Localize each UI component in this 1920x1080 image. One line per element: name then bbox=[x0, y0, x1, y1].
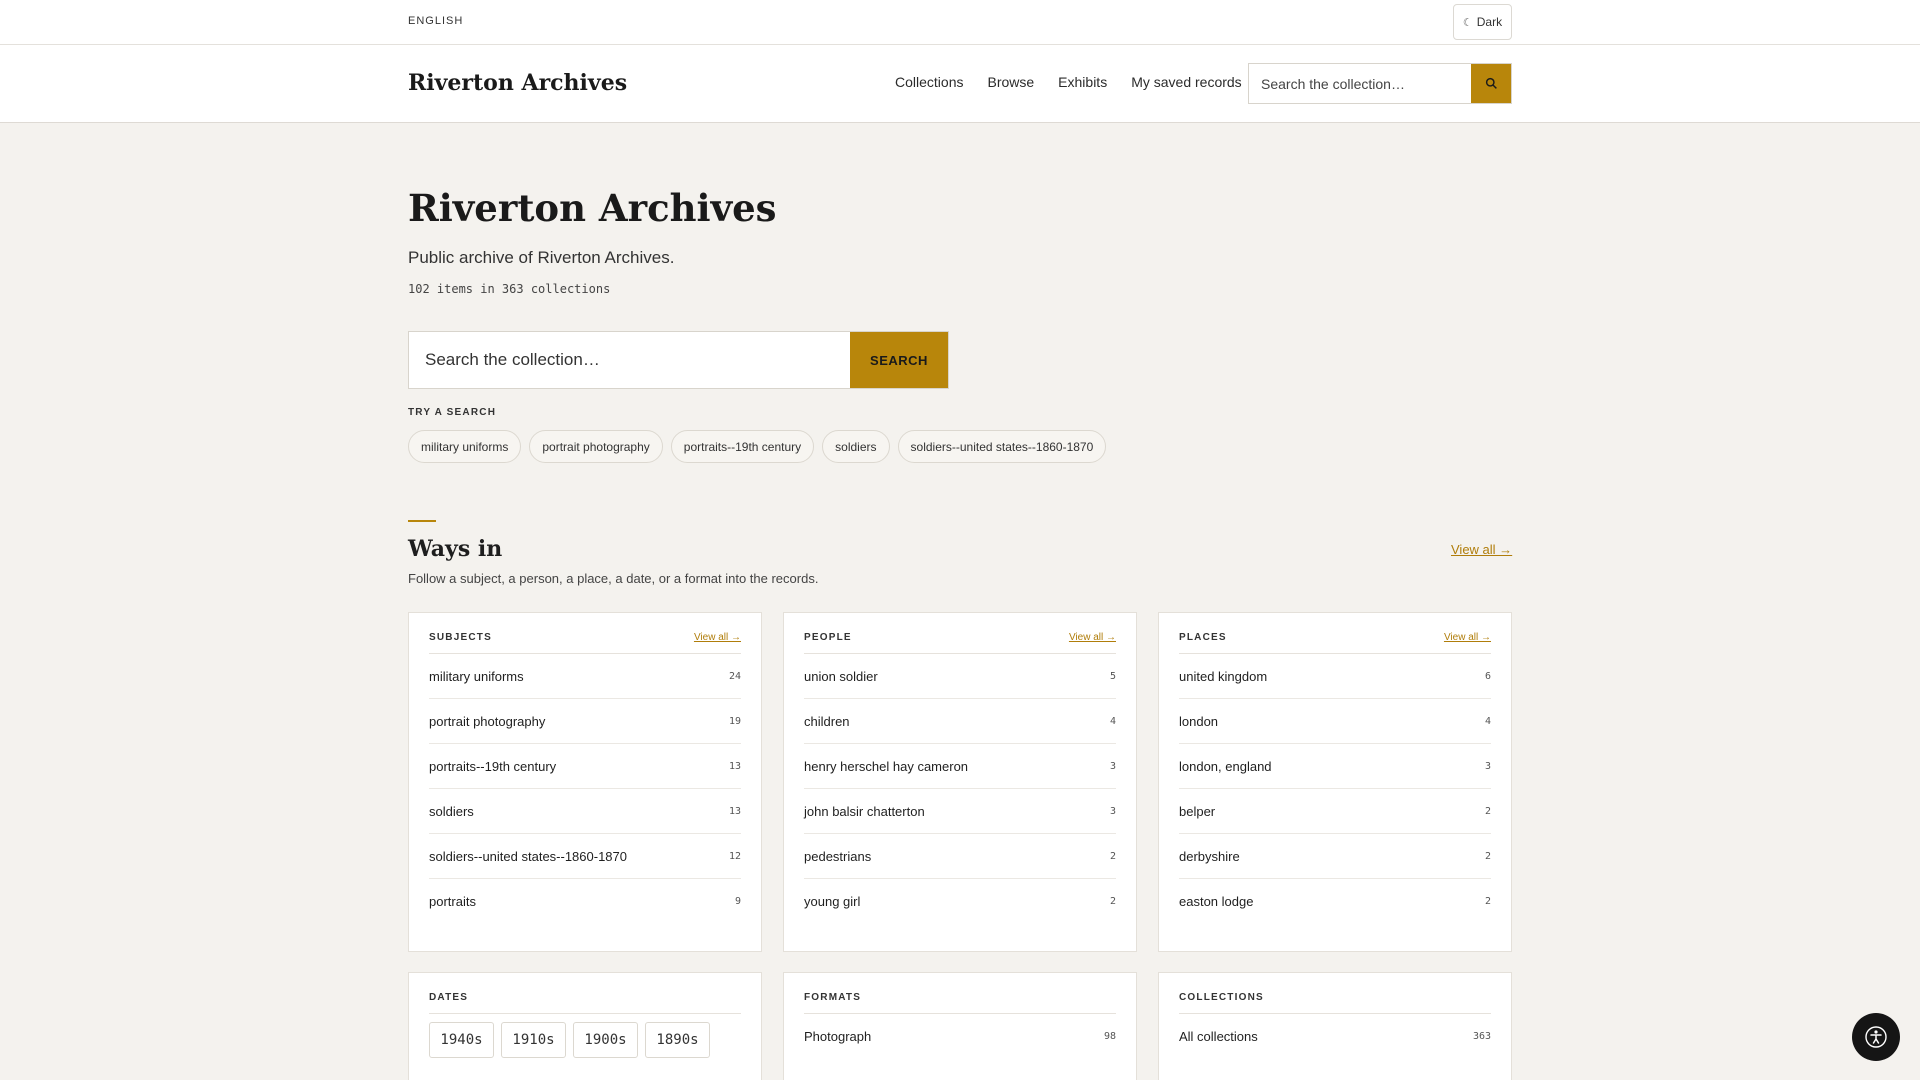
list-item[interactable]: portraits 9 bbox=[429, 879, 741, 924]
formats-card: FORMATS Photograph 98 bbox=[783, 972, 1137, 1080]
collection-count: 102 items in 363 collections bbox=[408, 282, 611, 296]
moon-icon: ☾ bbox=[1462, 16, 1473, 29]
nav-saved-records[interactable]: My saved records bbox=[1131, 74, 1241, 90]
hero: Riverton Archives Public archive of Rive… bbox=[408, 186, 1512, 296]
people-card: PEOPLE View all → union soldier 5 childre… bbox=[783, 612, 1137, 952]
card-title: PEOPLE bbox=[804, 632, 852, 643]
hero-search: SEARCH bbox=[408, 331, 949, 389]
hero-search-input[interactable] bbox=[409, 332, 850, 388]
list-item[interactable]: easton lodge 2 bbox=[1179, 879, 1491, 924]
collections-card: COLLECTIONS All collections 363 bbox=[1158, 972, 1512, 1080]
subjects-card: SUBJECTS View all → military uniforms 24 … bbox=[408, 612, 762, 952]
dates-card: DATES 1940s 1910s 1900s 1890s bbox=[408, 972, 762, 1080]
search-icon bbox=[1485, 77, 1497, 89]
list-item[interactable]: derbyshire 2 bbox=[1179, 834, 1491, 879]
list-item[interactable]: young girl 2 bbox=[804, 879, 1116, 924]
list-item[interactable]: military uniforms 24 bbox=[429, 654, 741, 699]
nav-browse[interactable]: Browse bbox=[987, 74, 1034, 90]
list-item[interactable]: london, england 3 bbox=[1179, 744, 1491, 789]
accessibility-button[interactable] bbox=[1852, 1013, 1900, 1061]
try-search-label: TRY A SEARCH bbox=[408, 407, 497, 418]
nav-exhibits[interactable]: Exhibits bbox=[1058, 74, 1107, 90]
places-card: PLACES View all → united kingdom 6 london… bbox=[1158, 612, 1512, 952]
subjects-view-all-link[interactable]: View all → bbox=[694, 632, 741, 643]
header-search-button[interactable] bbox=[1471, 64, 1511, 103]
utility-bar: ENGLISH ☾ Dark bbox=[0, 0, 1920, 45]
list-item[interactable]: henry herschel hay cameron 3 bbox=[804, 744, 1116, 789]
decade-list: 1940s 1910s 1900s 1890s bbox=[429, 1022, 741, 1058]
search-chip[interactable]: portrait photography bbox=[529, 430, 663, 463]
search-chip[interactable]: soldiers--united states--1860-1870 bbox=[897, 430, 1107, 463]
nav-collections[interactable]: Collections bbox=[895, 74, 963, 90]
card-title: FORMATS bbox=[804, 992, 862, 1003]
card-title: COLLECTIONS bbox=[1179, 992, 1264, 1003]
search-chip[interactable]: portraits--19th century bbox=[670, 430, 815, 463]
search-chip[interactable]: soldiers bbox=[822, 430, 890, 463]
people-view-all-link[interactable]: View all → bbox=[1069, 632, 1116, 643]
ways-in-view-all-link[interactable]: View all → bbox=[1451, 542, 1512, 557]
list-item[interactable]: pedestrians 2 bbox=[804, 834, 1116, 879]
list-item[interactable]: soldiers--united states--1860-1870 12 bbox=[429, 834, 741, 879]
header-search-input[interactable] bbox=[1249, 64, 1471, 103]
main-nav: Collections Browse Exhibits My saved rec… bbox=[895, 74, 1242, 90]
decade-button[interactable]: 1900s bbox=[573, 1022, 638, 1058]
accessibility-icon bbox=[1865, 1026, 1887, 1048]
language-selector[interactable]: ENGLISH bbox=[408, 15, 463, 27]
list-item[interactable]: john balsir chatterton 3 bbox=[804, 789, 1116, 834]
page-subtitle: Public archive of Riverton Archives. bbox=[408, 248, 675, 267]
suggested-searches: military uniforms portrait photography p… bbox=[408, 430, 1107, 463]
list-item[interactable]: portrait photography 19 bbox=[429, 699, 741, 744]
main-header: Riverton Archives Collections Browse Exh… bbox=[0, 45, 1920, 123]
dark-mode-toggle[interactable]: ☾ Dark bbox=[1453, 4, 1512, 40]
hero-search-button[interactable]: SEARCH bbox=[850, 332, 948, 388]
dark-mode-label: Dark bbox=[1476, 15, 1503, 29]
decade-button[interactable]: 1890s bbox=[645, 1022, 710, 1058]
list-item[interactable]: Photograph 98 bbox=[804, 1014, 1116, 1059]
list-item[interactable]: soldiers 13 bbox=[429, 789, 741, 834]
list-item[interactable]: union soldier 5 bbox=[804, 654, 1116, 699]
header-search bbox=[1248, 63, 1512, 104]
list-item[interactable]: united kingdom 6 bbox=[1179, 654, 1491, 699]
card-title: DATES bbox=[429, 992, 469, 1003]
ways-in-title: Ways in bbox=[408, 536, 503, 562]
ways-in-subtitle: Follow a subject, a person, a place, a d… bbox=[408, 571, 819, 586]
list-item[interactable]: london 4 bbox=[1179, 699, 1491, 744]
search-chip[interactable]: military uniforms bbox=[408, 430, 522, 463]
decade-button[interactable]: 1910s bbox=[501, 1022, 566, 1058]
card-title: PLACES bbox=[1179, 632, 1227, 643]
list-item[interactable]: belper 2 bbox=[1179, 789, 1491, 834]
section-accent-rule bbox=[408, 520, 436, 522]
card-title: SUBJECTS bbox=[429, 632, 492, 643]
site-brand[interactable]: Riverton Archives bbox=[408, 70, 627, 96]
decade-button[interactable]: 1940s bbox=[429, 1022, 494, 1058]
list-item[interactable]: portraits--19th century 13 bbox=[429, 744, 741, 789]
page-title: Riverton Archives bbox=[408, 186, 777, 230]
list-item[interactable]: children 4 bbox=[804, 699, 1116, 744]
list-item[interactable]: All collections 363 bbox=[1179, 1014, 1491, 1059]
places-view-all-link[interactable]: View all → bbox=[1444, 632, 1491, 643]
